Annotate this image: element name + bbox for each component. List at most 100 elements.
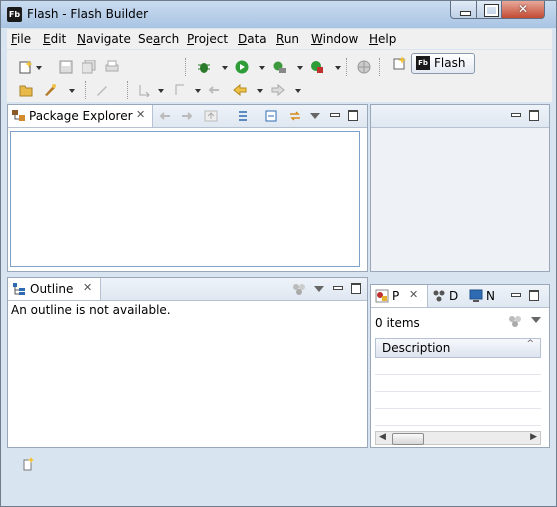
toolbar-separator: [127, 81, 129, 99]
close-tab-icon[interactable]: ✕: [409, 288, 418, 301]
scrollbar-thumb[interactable]: [392, 433, 424, 445]
perspective-flash-button[interactable]: Fb Flash: [411, 53, 475, 74]
menu-search[interactable]: Search: [138, 32, 179, 46]
brush-icon[interactable]: [43, 83, 57, 97]
view-menu-icon[interactable]: [310, 113, 320, 119]
horizontal-scrollbar[interactable]: ◀ ▶: [375, 431, 541, 445]
right-top-tabbar: [371, 105, 549, 128]
problems-tabbar: P ✕ D N: [371, 285, 549, 308]
outline-tab-label: Outline: [30, 282, 74, 296]
close-tab-icon[interactable]: ✕: [83, 281, 92, 294]
outline-tabbar: Outline ✕: [8, 278, 367, 301]
title-bar[interactable]: Fb Flash - Flash Builder ✕: [1, 1, 556, 28]
prev-annotation-icon[interactable]: [173, 83, 187, 97]
maximize-view-icon[interactable]: [348, 110, 358, 121]
table-row: [375, 358, 541, 375]
package-explorer-panel: Package Explorer ✕: [7, 104, 368, 272]
right-top-panel: [370, 104, 550, 272]
new-dropdown-icon[interactable]: [36, 66, 42, 70]
run-icon[interactable]: [235, 60, 249, 74]
minimize-view-icon[interactable]: [511, 113, 521, 117]
open-perspective-icon[interactable]: [393, 56, 407, 70]
next-annotation-icon[interactable]: [137, 83, 151, 97]
menu-navigate[interactable]: Navigate: [77, 32, 131, 46]
pen-icon[interactable]: [95, 83, 109, 97]
menu-bar: File Edit Navigate Search Project Data R…: [7, 29, 552, 49]
back-dropdown-icon[interactable]: [257, 89, 263, 93]
items-count: 0 items: [375, 316, 420, 330]
next-annotation-dropdown-icon[interactable]: [158, 89, 164, 93]
description-column-header[interactable]: Description ^: [375, 338, 541, 358]
forward-nav-icon[interactable]: [180, 109, 194, 123]
back-icon[interactable]: [233, 83, 247, 97]
menu-data[interactable]: Data: [238, 32, 267, 46]
save-icon[interactable]: [59, 60, 73, 74]
last-edit-icon[interactable]: [207, 83, 221, 97]
tab-outline[interactable]: Outline ✕: [8, 278, 101, 300]
prev-annotation-dropdown-icon[interactable]: [195, 89, 201, 93]
menu-project[interactable]: Project: [187, 32, 228, 46]
scroll-left-icon[interactable]: ◀: [379, 432, 386, 442]
new-icon[interactable]: [19, 60, 33, 74]
toolbar-separator: [346, 58, 348, 76]
view-menu-icon[interactable]: [531, 317, 541, 323]
package-explorer-tabbar: Package Explorer ✕: [8, 105, 367, 128]
profile-dropdown-icon[interactable]: [297, 66, 303, 70]
up-icon[interactable]: [204, 109, 218, 123]
problems-tab-label: P: [392, 289, 400, 303]
debug-dropdown-icon[interactable]: [222, 66, 228, 70]
minimize-view-icon[interactable]: [330, 113, 340, 117]
table-row: [375, 392, 541, 409]
globe-icon[interactable]: [357, 60, 371, 74]
print-icon[interactable]: [105, 60, 119, 74]
view-menu-icon[interactable]: [314, 286, 324, 292]
tab-problems[interactable]: P ✕: [371, 285, 428, 307]
problems-options-icon[interactable]: [508, 314, 522, 328]
maximize-view-icon[interactable]: [529, 290, 539, 301]
maximize-view-icon[interactable]: [351, 283, 361, 294]
profile-icon[interactable]: [273, 60, 287, 74]
forward-icon[interactable]: [271, 83, 285, 97]
close-tab-icon[interactable]: ✕: [136, 108, 145, 121]
data-tab-label[interactable]: D: [449, 289, 458, 303]
maximize-view-icon[interactable]: [529, 110, 539, 121]
back-nav-icon[interactable]: [158, 109, 172, 123]
collapse-icon[interactable]: [264, 109, 278, 123]
menu-window[interactable]: Window: [311, 32, 358, 46]
maximize-button[interactable]: [476, 1, 502, 19]
menu-help[interactable]: Help: [369, 32, 396, 46]
network-tab-label[interactable]: N: [486, 289, 495, 303]
data-services-icon[interactable]: [432, 289, 446, 303]
package-explorer-icon: [12, 110, 25, 121]
outline-options-icon[interactable]: [292, 282, 306, 296]
close-icon: ✕: [517, 2, 529, 16]
tab-package-explorer[interactable]: Package Explorer ✕: [8, 105, 153, 127]
link-with-editor-icon[interactable]: [288, 109, 302, 123]
toolbar-separator: [85, 81, 87, 99]
brush-dropdown-icon[interactable]: [69, 89, 75, 93]
window-title: Flash - Flash Builder: [27, 7, 149, 21]
external-tools-icon[interactable]: [310, 60, 324, 74]
app-window: Fb Flash - Flash Builder ✕ File Edit Nav…: [0, 0, 557, 507]
save-all-icon[interactable]: [82, 60, 96, 74]
minimize-button[interactable]: [450, 1, 477, 19]
problems-icon: [375, 289, 389, 303]
minimize-view-icon[interactable]: [333, 286, 343, 290]
package-explorer-tree[interactable]: [10, 131, 360, 267]
flash-perspective-icon: Fb: [416, 56, 430, 70]
close-button[interactable]: ✕: [501, 1, 545, 19]
minimize-view-icon[interactable]: [511, 293, 521, 297]
menu-file[interactable]: File: [11, 32, 31, 46]
forward-dropdown-icon[interactable]: [295, 89, 301, 93]
menu-edit[interactable]: Edit: [43, 32, 66, 46]
network-monitor-icon[interactable]: [469, 289, 483, 303]
fast-view-icon[interactable]: [23, 457, 35, 471]
menu-run[interactable]: Run: [276, 32, 299, 46]
debug-icon[interactable]: [197, 60, 211, 74]
collapse-all-icon[interactable]: [236, 109, 250, 123]
open-folder-icon[interactable]: [19, 83, 33, 97]
external-tools-dropdown-icon[interactable]: [335, 66, 341, 70]
scroll-right-icon[interactable]: ▶: [530, 432, 537, 442]
run-dropdown-icon[interactable]: [259, 66, 265, 70]
table-row: [375, 375, 541, 392]
